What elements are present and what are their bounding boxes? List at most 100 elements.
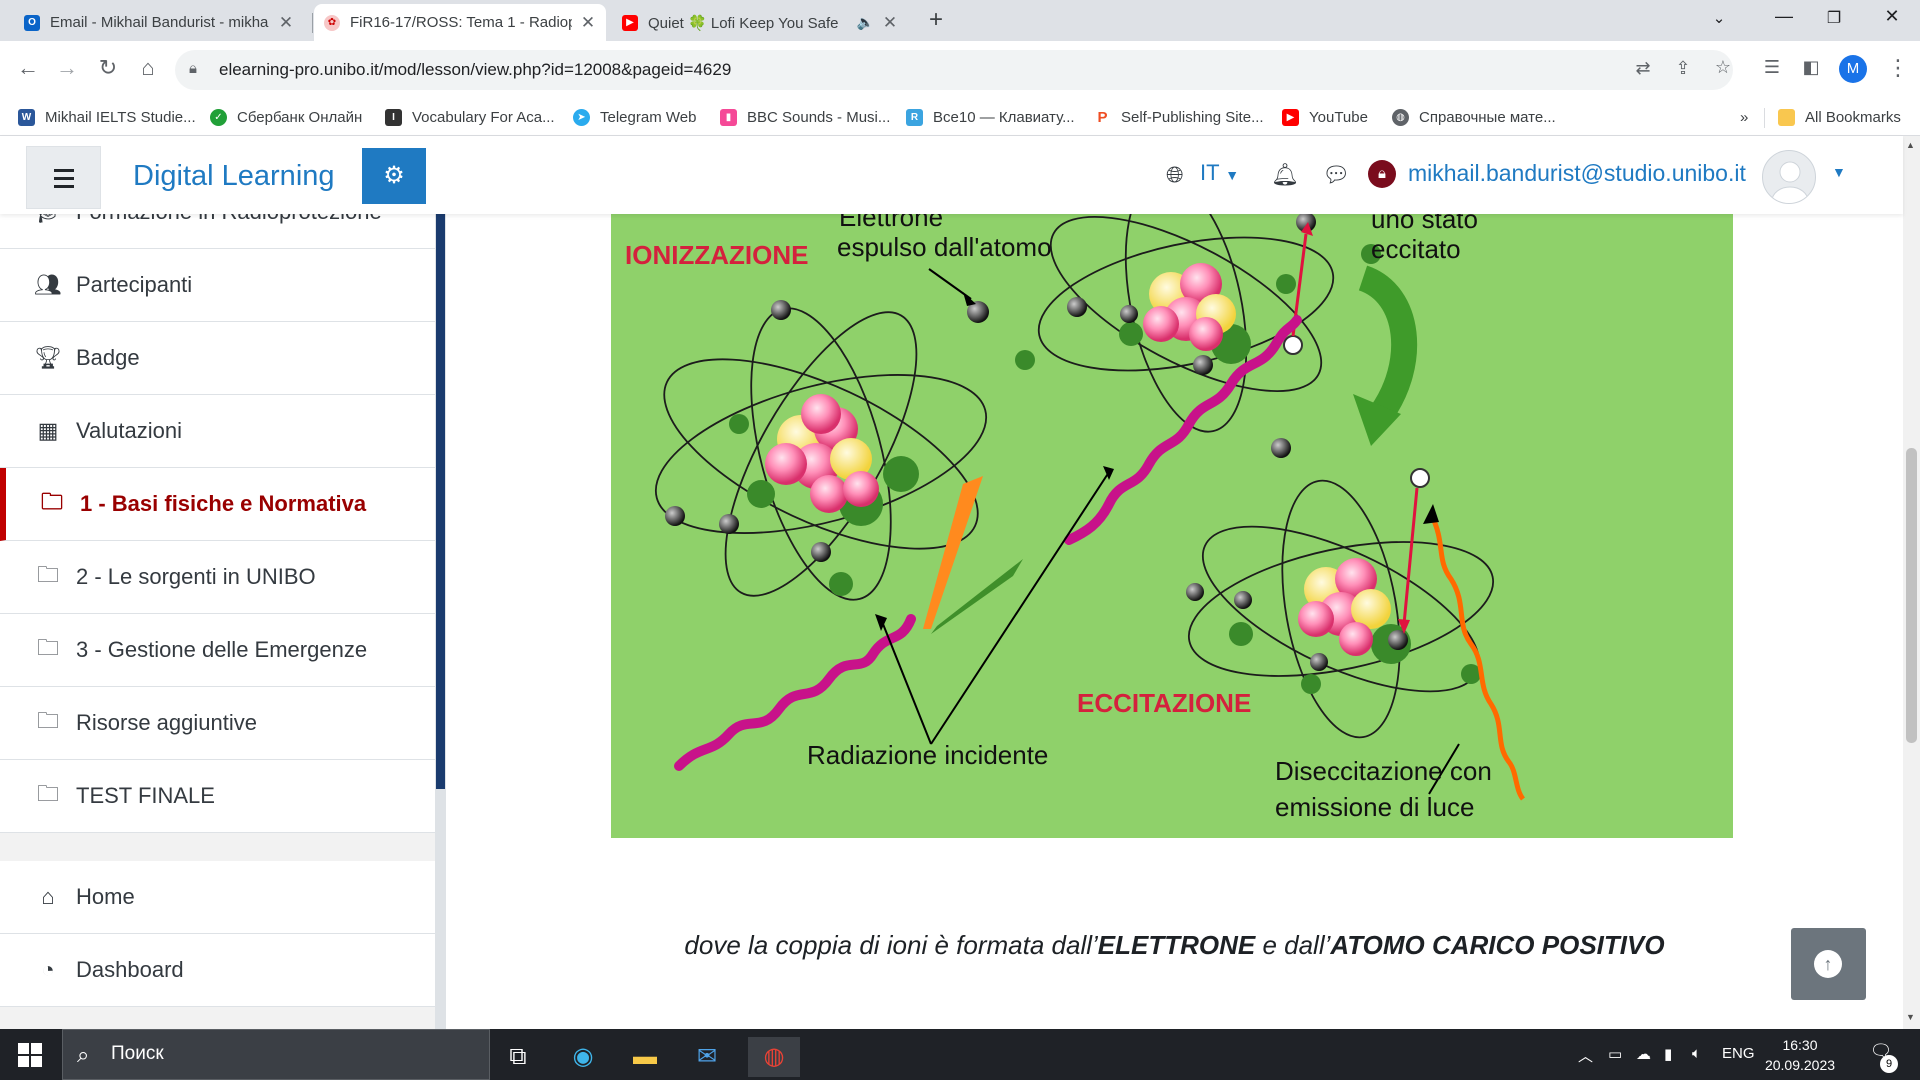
bookmark-item[interactable]: ▮ BBC Sounds - Musi... <box>720 106 890 128</box>
sidebar-item-section-3[interactable]: 🗀 3 - Gestione delle Emergenze <box>0 614 435 687</box>
sidebar-item-course[interactable]: 🎓︎ Formazione in Radioprotezione <box>0 214 435 249</box>
volume-icon[interactable]: 🔈︎ <box>1692 1045 1701 1062</box>
bookmark-item[interactable]: ✓ Сбербанк Онлайн <box>210 106 362 128</box>
tab-title: FiR16-17/ROSS: Tema 1 - Radiop <box>350 14 572 31</box>
user-avatar[interactable] <box>1762 150 1816 204</box>
close-tab-icon[interactable]: ✕ <box>580 13 596 33</box>
system-clock[interactable]: 16:30 20.09.2023 <box>1760 1035 1840 1075</box>
windows-taskbar: ⌕ Поиск ⧉ ◉ ▬ ✉ ◍ ︿ ▭ ☁ ▮ 🔈︎ ENG 16:30 2… <box>0 1029 1920 1080</box>
bookmark-label: YouTube <box>1309 108 1368 126</box>
folder-icon: 🗀 <box>40 489 63 514</box>
restore-icon[interactable]: ❐ <box>1822 8 1846 28</box>
address-bar[interactable]: 🔒︎ elearning-pro.unibo.it/mod/lesson/vie… <box>175 50 1733 90</box>
windows-start-icon[interactable] <box>18 1043 42 1067</box>
close-tab-icon[interactable]: ✕ <box>278 13 294 33</box>
bookmark-item[interactable]: ◍ Справочные мате... <box>1392 106 1556 128</box>
bookmark-item[interactable]: ➤ Telegram Web <box>573 106 696 128</box>
notifications-bell-icon[interactable]: 🔔︎ <box>1271 162 1299 188</box>
course-settings-button[interactable]: ⚙ <box>362 148 426 204</box>
tray-overflow-icon[interactable]: ︿ <box>1578 1045 1593 1066</box>
home-icon[interactable]: ⌂ <box>134 55 162 81</box>
site-brand[interactable]: Digital Learning <box>133 160 335 193</box>
taskbar-search[interactable]: ⌕ Поиск <box>62 1029 490 1080</box>
sidebar-item-grades[interactable]: ▦ Valutazioni <box>0 395 435 468</box>
mail-app-icon[interactable]: ✉ <box>685 1037 729 1077</box>
audio-playing-icon[interactable]: 🔈 <box>857 14 874 31</box>
chrome-browser-icon[interactable]: ◍ <box>748 1037 800 1077</box>
sidebar-item-badge[interactable]: 🏆︎ Badge <box>0 322 435 395</box>
course-index-drawer: 🎓︎ Formazione in Radioprotezione 👥︎ Partec… <box>0 214 446 1029</box>
side-panel-icon[interactable]: ◧ <box>1797 57 1825 78</box>
browser-tab[interactable]: O Email - Mikhail Bandurist - mikha ✕ <box>14 4 304 41</box>
sidebar-item-dashboard[interactable]: ◔ Dashboard <box>0 934 435 1007</box>
share-icon[interactable]: ⇪ <box>1671 58 1695 79</box>
label-ejected-2: espulso dall'atomo <box>837 232 1052 262</box>
sidebar-item-home[interactable]: ⌂ Home <box>0 861 435 934</box>
sidebar-item-label: 3 - Gestione delle Emergenze <box>76 637 368 662</box>
menu-kebab-icon[interactable]: ⋮ <box>1884 55 1912 81</box>
user-menu-caret-icon[interactable]: ▼ <box>1832 164 1846 180</box>
tab-search-icon[interactable]: ⌄ <box>1707 9 1731 27</box>
page-scrollbar-thumb[interactable] <box>1906 448 1917 743</box>
browser-tab-active[interactable]: ✿ FiR16-17/ROSS: Tema 1 - Radiop ✕ <box>314 4 606 41</box>
sidebar-item-final-test[interactable]: 🗀 TEST FINALE <box>0 760 435 833</box>
sidebar-item-resources[interactable]: 🗀 Risorse aggiuntive <box>0 687 435 760</box>
sidebar-item-label: TEST FINALE <box>76 783 215 808</box>
clock-time: 16:30 <box>1782 1037 1818 1053</box>
label-excited-1: uno stato <box>1371 214 1478 234</box>
close-window-icon[interactable]: ✕ <box>1880 6 1904 27</box>
sidebar-item-section-2[interactable]: 🗀 2 - Le sorgenti in UNIBO <box>0 541 435 614</box>
task-view-icon[interactable]: ⧉ <box>496 1037 540 1077</box>
close-tab-icon[interactable]: ✕ <box>882 13 898 33</box>
lock-badge-icon[interactable]: 🔒︎ <box>1368 160 1396 188</box>
back-to-top-button[interactable]: ↑ <box>1791 928 1866 1000</box>
sidebar-item-label: Partecipanti <box>76 272 193 297</box>
caption-text: e dall’ <box>1255 930 1331 960</box>
minimize-icon[interactable]: — <box>1772 6 1796 27</box>
drawer-toggle-button[interactable] <box>26 146 101 209</box>
user-email[interactable]: mikhail.bandurist@studio.unibo.it <box>1408 160 1746 187</box>
notification-count-badge: 9 <box>1880 1055 1898 1073</box>
forward-icon[interactable]: → <box>53 55 81 81</box>
bookmark-item[interactable]: P Self-Publishing Site... <box>1094 106 1264 128</box>
site-info-icon[interactable]: 🔒︎ <box>189 60 197 77</box>
telegram-icon: ➤ <box>573 108 590 126</box>
file-explorer-icon[interactable]: ▬ <box>623 1037 667 1077</box>
back-icon[interactable]: ← <box>14 55 42 81</box>
bookmark-item[interactable]: I Vocabulary For Aca... <box>385 106 555 128</box>
messages-icon[interactable]: 💬︎ <box>1322 162 1350 188</box>
page-scrollbar[interactable]: ▲ ▼ <box>1903 136 1920 1029</box>
bookmark-item[interactable]: W Mikhail IELTS Studie... <box>18 106 196 128</box>
reload-icon[interactable]: ↻ <box>94 55 122 81</box>
language-menu[interactable]: IT ▼ <box>1200 160 1239 186</box>
all-bookmarks-button[interactable]: All Bookmarks <box>1778 106 1901 128</box>
bookmark-label: Vocabulary For Aca... <box>412 108 555 126</box>
bookmarks-overflow-button[interactable]: » <box>1740 106 1748 128</box>
bookmark-item[interactable]: R Все10 — Клавиату... <box>906 106 1075 128</box>
bookmark-item[interactable]: ▶ YouTube <box>1282 106 1368 128</box>
sidebar-scrollbar[interactable] <box>435 214 446 1029</box>
url-text[interactable]: elearning-pro.unibo.it/mod/lesson/view.p… <box>219 60 731 80</box>
bookmark-star-icon[interactable]: ☆ <box>1711 57 1735 78</box>
users-icon: 👥︎ <box>34 272 62 297</box>
sidebar-item-label: Dashboard <box>76 957 184 982</box>
sidebar-item-section-1[interactable]: 🗀 1 - Basi fisiche e Normativa <box>0 468 435 541</box>
label-ionization: IONIZZAZIONE <box>625 240 808 270</box>
reading-list-icon[interactable]: ☰ <box>1758 57 1786 78</box>
globe-icon[interactable]: 🌐︎ <box>1166 162 1184 188</box>
sberbank-icon: ✓ <box>210 108 227 126</box>
label-excitation: ECCITAZIONE <box>1077 688 1251 718</box>
sidebar-item-participants[interactable]: 👥︎ Partecipanti <box>0 249 435 322</box>
battery-icon[interactable]: ▮ <box>1664 1045 1672 1063</box>
profile-avatar[interactable]: M <box>1839 55 1867 83</box>
scroll-up-icon[interactable]: ▲ <box>1906 140 1915 150</box>
onedrive-cloud-icon[interactable]: ☁ <box>1636 1045 1651 1063</box>
new-tab-button[interactable]: + <box>922 6 950 34</box>
trophy-icon: 🏆︎ <box>34 345 62 370</box>
keyboard-language[interactable]: ENG <box>1722 1045 1755 1062</box>
browser-tab[interactable]: ▶ Quiet 🍀 Lofi Keep You Safe 🔈 ✕ <box>612 4 908 41</box>
edge-browser-icon[interactable]: ◉ <box>561 1037 605 1077</box>
display-icon[interactable]: ▭ <box>1608 1045 1622 1063</box>
scroll-down-icon[interactable]: ▼ <box>1906 1012 1915 1022</box>
translate-icon[interactable]: ⇄ <box>1631 58 1655 79</box>
